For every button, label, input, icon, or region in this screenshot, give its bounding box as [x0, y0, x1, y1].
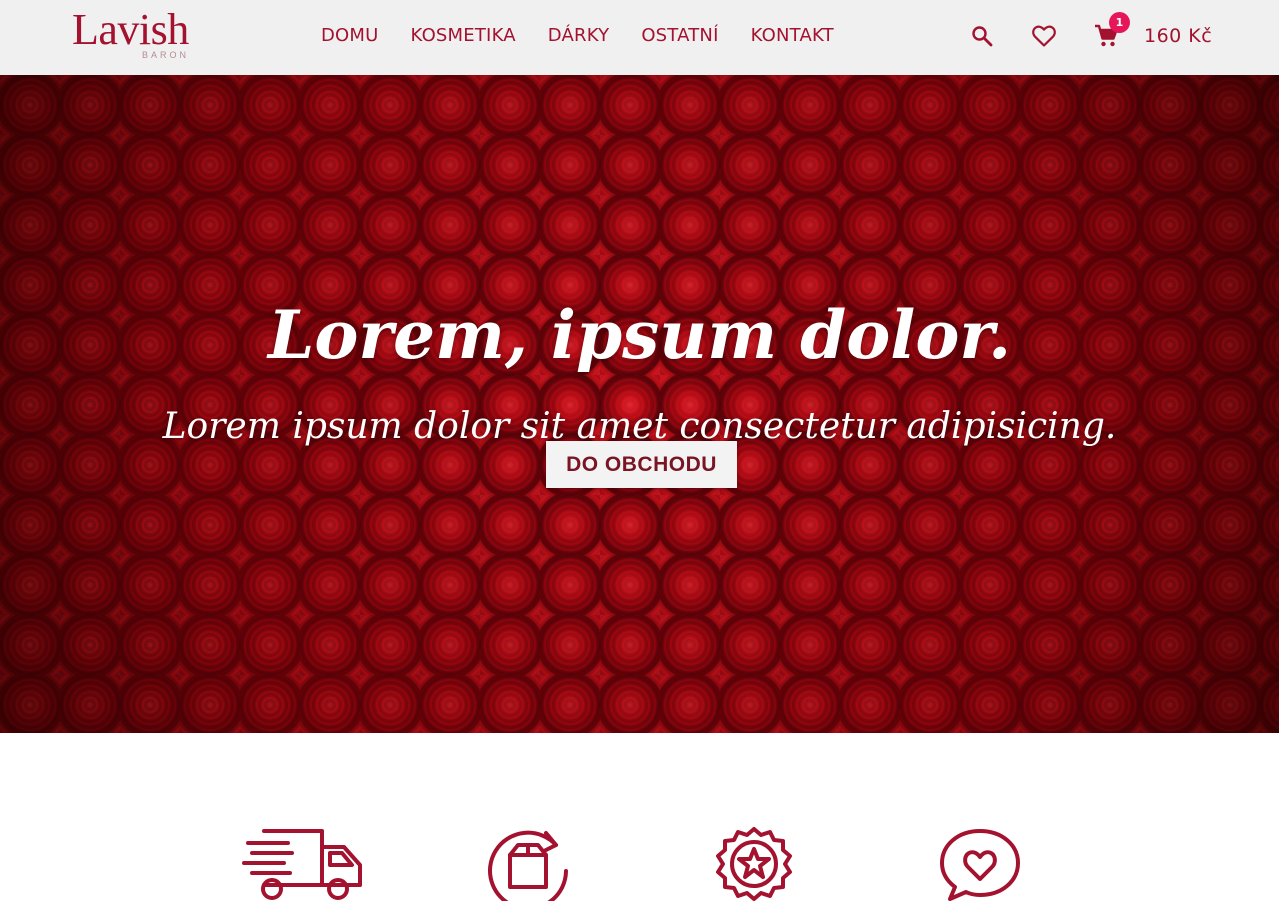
feature-love	[938, 827, 1022, 901]
nav-item-domu[interactable]: DOMU	[305, 20, 395, 52]
delivery-truck-icon	[242, 829, 362, 900]
hero-banner: Lorem, ipsum dolor. Lorem ipsum dolor si…	[0, 75, 1279, 733]
logo-subtitle: BARON	[142, 50, 190, 60]
nav-item-darky[interactable]: DÁRKY	[532, 20, 626, 52]
quality-badge-star-icon	[716, 827, 792, 901]
logo-wordmark: Lavish	[72, 5, 189, 54]
hero-title: Lorem, ipsum dolor.	[267, 296, 1012, 374]
nav-item-ostatni[interactable]: OSTATNÍ	[625, 20, 734, 52]
nav-item-kontakt[interactable]: KONTAKT	[735, 20, 850, 52]
search-button[interactable]	[962, 18, 1002, 54]
feature-quality	[713, 827, 795, 901]
site-header: Lavish BARON DOMU KOSMETIKA DÁRKY OSTATN…	[0, 0, 1279, 75]
shop-button[interactable]: DO OBCHODU	[546, 441, 737, 488]
heart-icon	[1032, 25, 1056, 47]
cart-count-badge: 1	[1109, 12, 1130, 33]
heart-speech-bubble-icon	[940, 829, 1020, 901]
nav-item-kosmetika[interactable]: KOSMETIKA	[395, 20, 532, 52]
main-nav: DOMU KOSMETIKA DÁRKY OSTATNÍ KONTAKT	[305, 20, 850, 52]
box-return-icon	[488, 830, 568, 901]
search-icon	[972, 26, 993, 47]
feature-returns	[488, 827, 570, 901]
logo[interactable]: Lavish BARON	[72, 6, 202, 64]
wishlist-button[interactable]	[1024, 18, 1064, 54]
feature-delivery	[242, 827, 364, 901]
features-row	[0, 733, 1279, 901]
cart-total[interactable]: 160 Kč	[1144, 20, 1212, 52]
